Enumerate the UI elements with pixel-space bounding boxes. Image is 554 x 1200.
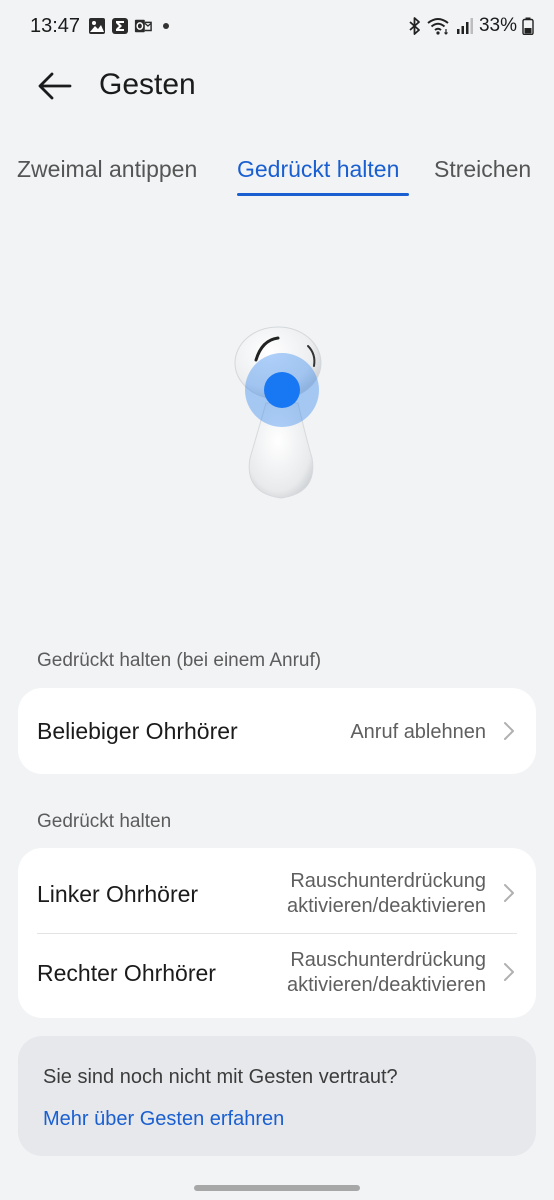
row-title: Linker Ohrhörer — [37, 881, 199, 907]
row-value: Anruf ablehnen — [350, 721, 486, 743]
earbud-illustration — [226, 318, 336, 508]
back-arrow-icon — [38, 72, 72, 100]
page-title: Gesten — [99, 68, 196, 101]
hold-settings-card: Linker Ohrhörer Rauschunterdrückung akti… — [18, 848, 536, 1018]
info-card: Sie sind noch nicht mit Gesten vertraut?… — [18, 1036, 536, 1156]
row-value: Rauschunterdrückung aktivieren/deaktivie… — [287, 948, 486, 998]
row-value-line2: aktivieren/deaktivieren — [287, 974, 486, 996]
status-right: 33% — [408, 15, 534, 37]
row-value-line2: aktivieren/deaktivieren — [287, 895, 486, 917]
sigma-icon — [112, 18, 128, 34]
outlook-icon — [134, 19, 152, 33]
info-text: Sie sind noch nicht mit Gesten vertraut? — [43, 1066, 398, 1088]
wifi-icon — [427, 18, 449, 35]
status-time: 13:47 — [30, 15, 81, 37]
row-beliebiger-ohrhoerer[interactable]: Beliebiger Ohrhörer Anruf ablehnen — [18, 688, 536, 774]
row-value-line1: Rauschunterdrückung — [290, 949, 486, 971]
row-value: Rauschunterdrückung aktivieren/deaktivie… — [287, 869, 486, 919]
notification-icons — [88, 17, 169, 35]
earbud-icon — [234, 326, 322, 499]
gesture-tabs: Zweimal antippen Gedrückt halten Streich… — [0, 156, 554, 200]
image-icon — [89, 18, 105, 34]
row-title: Beliebiger Ohrhörer — [37, 718, 238, 744]
chevron-right-icon — [504, 722, 514, 740]
row-title: Rechter Ohrhörer — [37, 960, 216, 986]
tab-zweimal-antippen[interactable]: Zweimal antippen — [17, 156, 197, 183]
learn-more-link[interactable]: Mehr über Gesten erfahren — [43, 1108, 284, 1131]
status-bar: 13:47 33% — [0, 0, 554, 56]
row-value-line1: Rauschunterdrückung — [290, 870, 486, 892]
tab-gedrueckt-halten[interactable]: Gedrückt halten — [237, 156, 399, 183]
chevron-right-icon — [504, 884, 514, 902]
bluetooth-icon — [409, 17, 420, 35]
row-linker-ohrhoerer[interactable]: Linker Ohrhörer Rauschunterdrückung akti… — [18, 848, 536, 933]
row-rechter-ohrhoerer[interactable]: Rechter Ohrhörer Rauschunterdrückung akt… — [18, 934, 536, 1018]
back-button[interactable] — [34, 66, 76, 106]
section-label-call: Gedrückt halten (bei einem Anruf) — [37, 650, 322, 671]
dot-icon — [163, 23, 169, 29]
signal-icon — [456, 18, 473, 34]
active-tab-indicator — [237, 193, 409, 196]
call-settings-card: Beliebiger Ohrhörer Anruf ablehnen — [18, 688, 536, 774]
tab-streichen[interactable]: Streichen — [434, 156, 531, 183]
section-label-hold: Gedrückt halten — [37, 811, 172, 832]
home-indicator[interactable] — [194, 1185, 360, 1191]
battery-icon — [522, 17, 534, 35]
chevron-right-icon — [504, 963, 514, 981]
battery-percent: 33% — [478, 15, 517, 36]
